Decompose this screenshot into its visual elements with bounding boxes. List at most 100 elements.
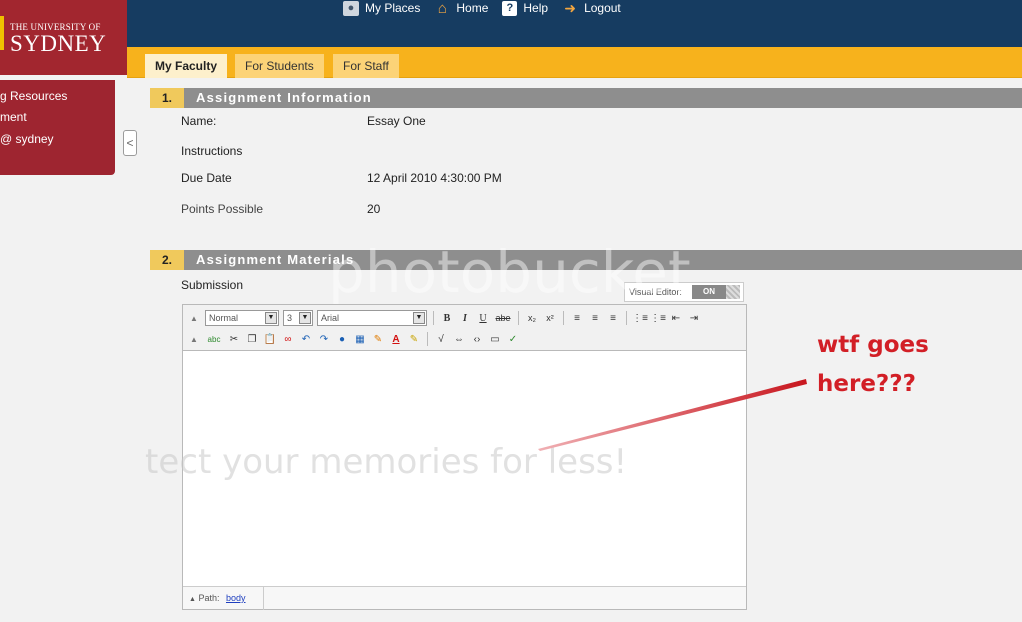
font-family-select[interactable]: Arial ▼	[317, 310, 427, 326]
annotation-line2: here???	[817, 371, 916, 397]
nav-help[interactable]: ? Help	[502, 0, 549, 16]
points-possible-value: 20	[367, 202, 381, 216]
points-possible-label: Points Possible	[181, 202, 264, 216]
tab-bar: My Faculty For Students For Staff	[127, 47, 1022, 78]
visual-editor-toggle[interactable]: Visual Editor: ON	[624, 282, 744, 302]
table-icon[interactable]: ▦	[353, 332, 367, 346]
subscript-button[interactable]: x₂	[525, 311, 539, 325]
path-body-link[interactable]: body	[226, 593, 246, 603]
html-source-icon[interactable]: ‹›	[470, 332, 484, 346]
nav-logout[interactable]: ➜ Logout	[562, 0, 621, 16]
name-value: Essay One	[367, 114, 426, 128]
align-left-icon[interactable]: ≡	[570, 311, 584, 325]
strikethrough-button[interactable]: abe	[494, 311, 512, 325]
font-size-select[interactable]: 3 ▼	[283, 310, 313, 326]
name-label: Name:	[181, 114, 217, 128]
section-title: Assignment Information	[196, 90, 372, 105]
align-right-icon[interactable]: ≡	[606, 311, 620, 325]
due-date-value: 12 April 2010 4:30:00 PM	[367, 171, 502, 185]
paragraph-style-select[interactable]: Normal ▼	[205, 310, 279, 326]
nav-label: Logout	[584, 1, 621, 15]
toolbar-separator	[626, 311, 627, 325]
nav-my-places[interactable]: ● My Places	[343, 0, 421, 16]
visual-editor-off-button[interactable]	[726, 285, 740, 299]
logo-accent-bar	[0, 16, 4, 50]
nav-label: My Places	[365, 1, 421, 15]
numbered-list-icon[interactable]: ⋮≡	[632, 311, 648, 325]
status-divider	[263, 587, 264, 610]
superscript-button[interactable]: x²	[543, 311, 557, 325]
sidebar-item-at-sydney[interactable]: @ sydney	[0, 131, 54, 147]
bulleted-list-icon[interactable]: ⋮≡	[650, 311, 666, 325]
sidebar-item-resources[interactable]: g Resources	[0, 88, 67, 104]
align-center-icon[interactable]: ≡	[588, 311, 602, 325]
toolbar-collapse-icon[interactable]: ▲	[187, 311, 201, 325]
nav-label: Home	[456, 1, 489, 15]
paste-icon[interactable]: 📋	[263, 332, 277, 346]
nav-home[interactable]: ⌂ Home	[434, 0, 489, 17]
sidebar-item-assignment[interactable]: ment	[0, 109, 27, 125]
link-icon[interactable]: ∞	[281, 332, 295, 346]
sidebar: g Resources ment @ sydney	[0, 80, 115, 175]
editor-toolbar: ▲ Normal ▼ 3 ▼ Arial ▼ B I U abe x₂ x² ≡…	[183, 305, 746, 351]
section-header-assignment-information: 1. Assignment Information	[150, 88, 1022, 108]
nav-label: Help	[523, 1, 549, 15]
editor-text-area[interactable]	[183, 352, 746, 586]
indent-icon[interactable]: ⇥	[687, 311, 701, 325]
visual-editor-label: Visual Editor:	[629, 287, 682, 297]
outdent-icon[interactable]: ⇤	[669, 311, 683, 325]
embed-icon[interactable]: ⇔	[452, 332, 466, 346]
toolbar-separator	[427, 332, 428, 346]
globe-icon[interactable]: ●	[335, 332, 349, 346]
cut-icon[interactable]: ✂	[227, 332, 241, 346]
spellcheck-button[interactable]: abc	[205, 332, 223, 346]
section-title: Assignment Materials	[196, 252, 355, 267]
chevron-down-icon: ▼	[299, 312, 311, 324]
section-header-assignment-materials: 2. Assignment Materials	[150, 250, 1022, 270]
annotation-text: wtf goes here???	[817, 326, 929, 404]
check-icon[interactable]: ✓	[506, 332, 520, 346]
user-icon: ●	[343, 0, 359, 16]
bold-button[interactable]: B	[440, 311, 454, 325]
visual-editor-on-button[interactable]: ON	[692, 285, 726, 299]
section-number: 1.	[150, 88, 184, 108]
section-number: 2.	[150, 250, 184, 270]
top-navigation: ● My Places ⌂ Home ? Help ➜ Logout	[343, 0, 621, 17]
due-date-label: Due Date	[181, 171, 232, 185]
home-icon: ⌂	[437, 0, 447, 17]
tab-my-faculty[interactable]: My Faculty	[145, 54, 228, 78]
text-color-icon[interactable]: A	[389, 332, 403, 346]
path-label: Path:	[198, 593, 220, 603]
university-logo[interactable]: THE UNIVERSITY OF SYDNEY	[0, 0, 127, 75]
annotation-line1: wtf goes	[817, 332, 929, 358]
underline-button[interactable]: U	[476, 311, 490, 325]
submission-label: Submission	[181, 278, 244, 292]
copy-icon[interactable]: ❐	[245, 332, 259, 346]
pencil-icon[interactable]: ✎	[371, 332, 385, 346]
toolbar-collapse-icon[interactable]: ▲	[187, 332, 201, 346]
paragraph-style-value: Normal	[209, 313, 239, 323]
chevron-down-icon: ▼	[265, 312, 277, 324]
toolbar-separator	[433, 311, 434, 325]
logout-icon: ➜	[564, 0, 576, 16]
undo-icon[interactable]: ↶	[299, 332, 313, 346]
font-family-value: Arial	[321, 313, 340, 323]
tab-for-students[interactable]: For Students	[235, 54, 324, 78]
preview-icon[interactable]: ▭	[488, 332, 502, 346]
toolbar-row-2: ▲ abc ✂ ❐ 📋 ∞ ↶ ↷ ● ▦ ✎ A ✎ √ ⇔ ‹› ▭ ✓	[187, 329, 520, 349]
highlight-icon[interactable]: ✎	[407, 332, 421, 346]
editor-status-bar: ▲ Path: body	[183, 586, 746, 610]
path-arrow-icon[interactable]: ▲	[189, 596, 196, 603]
redo-icon[interactable]: ↷	[317, 332, 331, 346]
instructions-label: Instructions	[181, 144, 243, 158]
top-header: ● My Places ⌂ Home ? Help ➜ Logout	[0, 0, 1022, 47]
editor-path: ▲ Path: body	[189, 593, 246, 603]
help-icon: ?	[502, 0, 518, 16]
collapse-sidebar-button[interactable]: <	[123, 130, 137, 156]
italic-button[interactable]: I	[458, 311, 472, 325]
logo-line2: SYDNEY	[10, 31, 107, 56]
chevron-down-icon: ▼	[413, 312, 425, 324]
tab-for-staff[interactable]: For Staff	[333, 54, 399, 78]
font-size-value: 3	[287, 313, 293, 323]
equation-icon[interactable]: √	[434, 332, 448, 346]
